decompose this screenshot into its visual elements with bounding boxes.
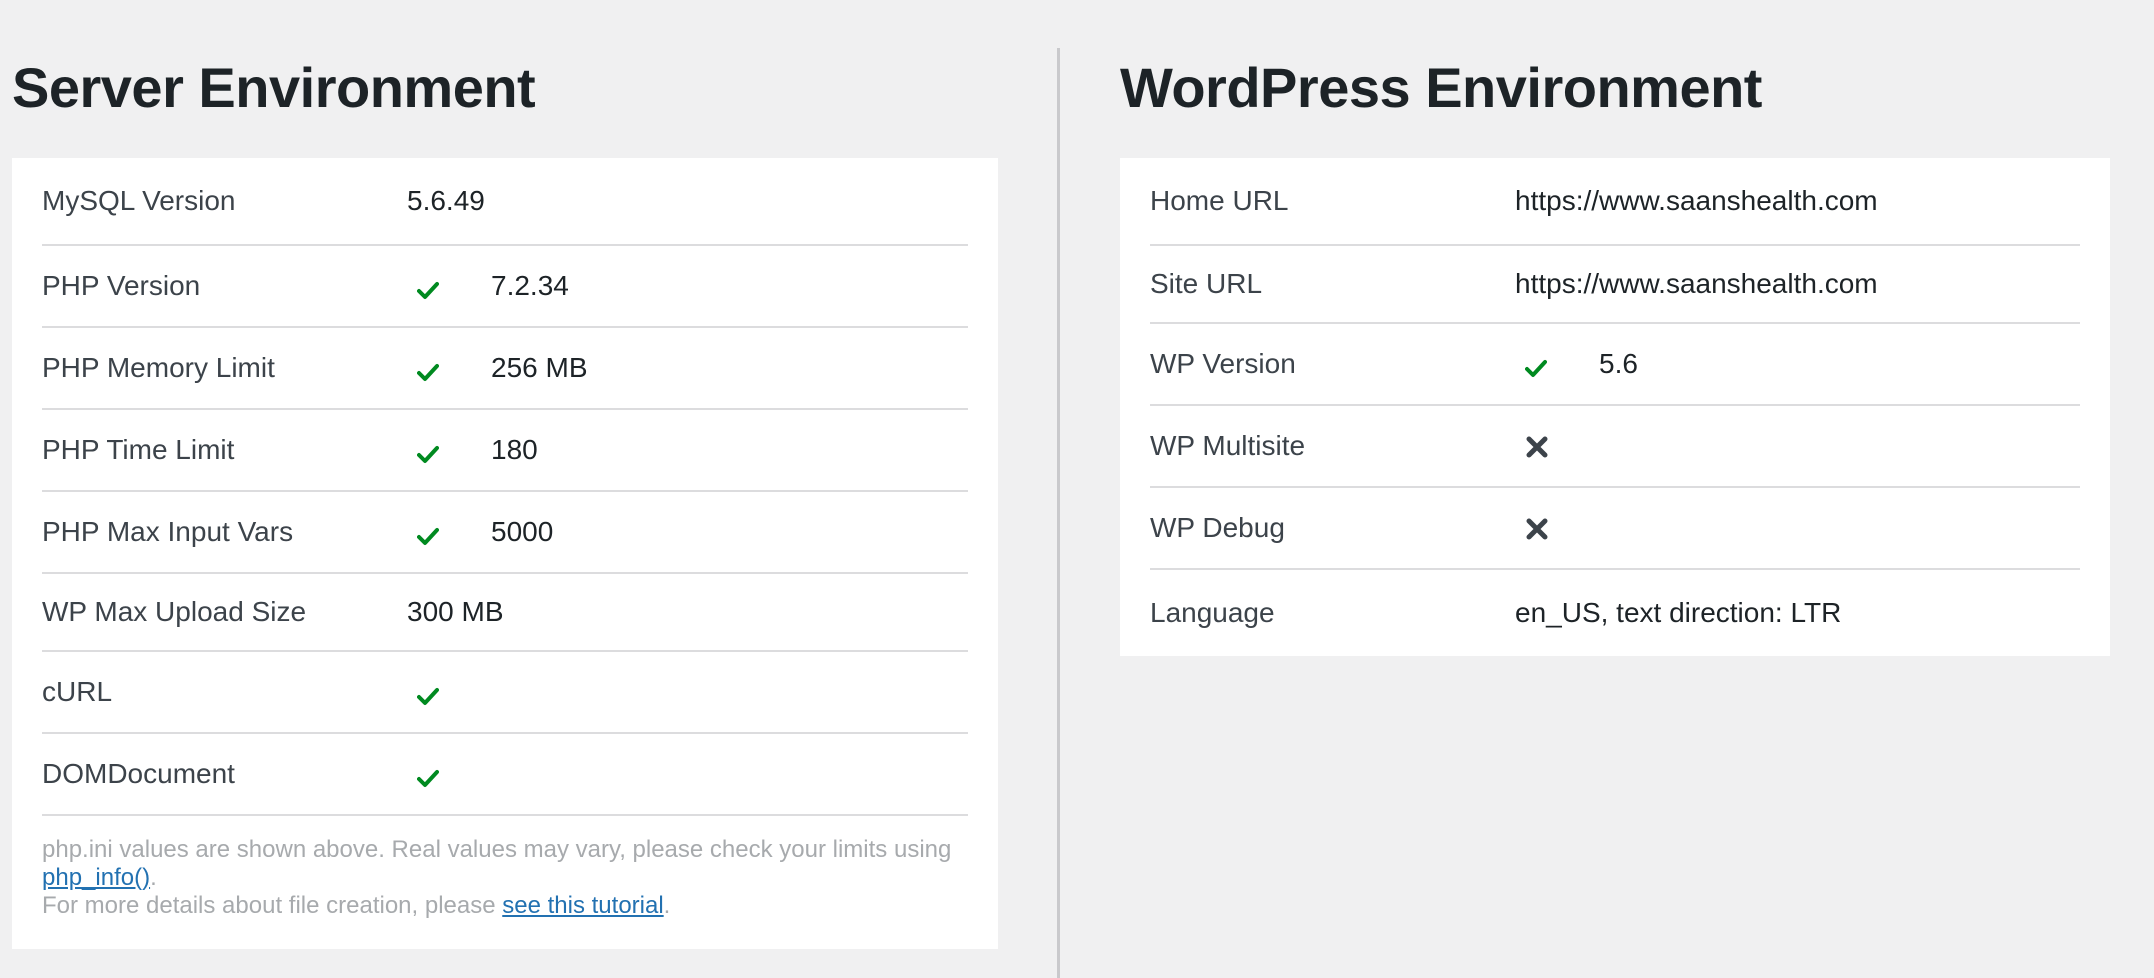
row-value-cell: 5.6.49: [407, 185, 485, 217]
x-icon: [1525, 516, 1549, 540]
row-php-time-limit: PHP Time Limit 180: [42, 410, 968, 492]
row-value-cell: 180: [407, 434, 538, 466]
row-value-cell: https://www.saanshealth.com: [1515, 268, 1878, 300]
row-value: 300 MB: [407, 596, 504, 627]
row-value: 5000: [491, 516, 554, 547]
column-divider: [1057, 48, 1060, 978]
row-label: WP Multisite: [1150, 430, 1306, 461]
row-label: DOMDocument: [42, 758, 235, 789]
row-value: https://www.saanshealth.com: [1515, 268, 1878, 299]
row-value-cell: 256 MB: [407, 352, 588, 384]
row-value: 256 MB: [491, 352, 588, 383]
row-value: 180: [491, 434, 538, 465]
server-environment-title: Server Environment: [12, 56, 536, 119]
row-label: PHP Version: [42, 270, 201, 301]
row-label: WP Version: [1150, 348, 1296, 379]
server-environment-card: MySQL Version 5.6.49 PHP Version 7.2.34 PHP …: [12, 158, 998, 949]
note-line1-text: php.ini values are shown above. Real val…: [42, 836, 952, 863]
row-value-cell: 300 MB: [407, 596, 504, 628]
row-value-cell: [407, 682, 491, 705]
php-info-link[interactable]: php_info(): [42, 864, 150, 891]
note-line2-text: For more details about file creation, pl…: [42, 892, 503, 919]
row-domdocument: DOMDocument: [42, 734, 968, 816]
row-value: 5.6.49: [407, 185, 485, 216]
row-value-cell: en_US, text direction: LTR: [1515, 597, 1841, 629]
tutorial-link[interactable]: see this tutorial: [502, 892, 663, 919]
row-label: WP Debug: [1150, 512, 1285, 543]
note-line2-end: .: [663, 892, 671, 919]
check-icon: [1525, 354, 1547, 377]
wordpress-rows: Home URL https://www.saanshealth.com Site …: [1150, 158, 2080, 656]
row-value-cell: 5000: [407, 516, 553, 548]
wordpress-environment-card: Home URL https://www.saanshealth.com Site …: [1120, 158, 2110, 656]
check-icon: [417, 764, 439, 787]
row-wp-max-upload-size: WP Max Upload Size 300 MB: [42, 574, 968, 652]
row-value-cell: https://www.saanshealth.com: [1515, 185, 1878, 217]
row-value: 5.6: [1599, 348, 1638, 379]
check-icon: [417, 358, 439, 381]
row-label: WP Max Upload Size: [42, 596, 307, 627]
row-value-cell: 5.6: [1515, 348, 1638, 380]
row-label: PHP Memory Limit: [42, 352, 275, 383]
row-label: Home URL: [1150, 185, 1289, 216]
row-value-cell: [1515, 516, 1549, 540]
check-icon: [417, 682, 439, 705]
row-label: Site URL: [1150, 268, 1263, 299]
x-icon: [1525, 434, 1549, 458]
row-value-cell: [1515, 434, 1549, 458]
row-value: https://www.saanshealth.com: [1515, 185, 1878, 216]
row-value: en_US, text direction: LTR: [1515, 597, 1842, 628]
row-wp-version: WP Version 5.6: [1150, 324, 2080, 406]
row-php-version: PHP Version 7.2.34: [42, 246, 968, 328]
row-curl: cURL: [42, 652, 968, 734]
row-label: cURL: [42, 676, 113, 707]
row-label: MySQL Version: [42, 185, 236, 216]
row-home-url: Home URL https://www.saanshealth.com: [1150, 158, 2080, 246]
row-mysql-version: MySQL Version 5.6.49: [42, 158, 968, 246]
row-value-cell: 7.2.34: [407, 270, 569, 302]
row-language: Language en_US, text direction: LTR: [1150, 570, 2080, 656]
row-label: PHP Max Input Vars: [42, 516, 294, 547]
server-note: php.ini values are shown above. Real val…: [42, 816, 968, 920]
row-value: 7.2.34: [491, 270, 569, 301]
row-wp-debug: WP Debug: [1150, 488, 2080, 570]
row-php-max-input-vars: PHP Max Input Vars 5000: [42, 492, 968, 574]
check-icon: [417, 440, 439, 463]
row-wp-multisite: WP Multisite: [1150, 406, 2080, 488]
row-label: PHP Time Limit: [42, 434, 235, 465]
row-label: Language: [1150, 597, 1275, 628]
note-line1-end: .: [150, 864, 157, 891]
server-rows: MySQL Version 5.6.49 PHP Version 7.2.34 PHP …: [42, 158, 968, 816]
check-icon: [417, 522, 439, 545]
row-site-url: Site URL https://www.saanshealth.com: [1150, 246, 2080, 324]
check-icon: [417, 276, 439, 299]
row-value-cell: [407, 764, 491, 787]
row-php-memory-limit: PHP Memory Limit 256 MB: [42, 328, 968, 410]
wordpress-environment-title: WordPress Environment: [1120, 56, 1762, 119]
